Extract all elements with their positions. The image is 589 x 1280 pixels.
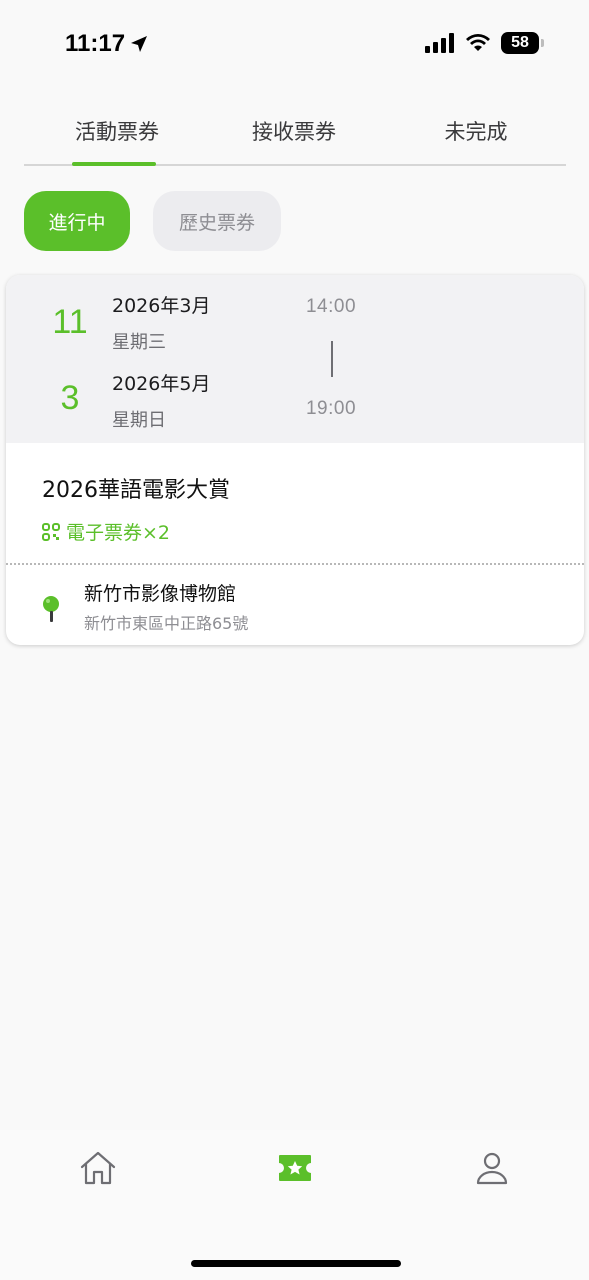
ticket-date-section: 11 2026年3月 星期三 3 2026年5月 星期日 14:00 19:00 <box>6 275 584 443</box>
wifi-icon <box>466 34 490 51</box>
end-time: 19:00 <box>305 398 357 419</box>
end-day: 3 <box>60 379 80 417</box>
end-year-month: 2026年5月 <box>112 373 211 395</box>
bottom-nav <box>0 1130 589 1280</box>
ticket-tabs: 活動票券 接收票券 未完成 <box>24 100 566 166</box>
status-bar: 11:17 58 <box>0 0 589 88</box>
ticket-divider <box>6 563 584 565</box>
clock-text: 11:17 <box>65 30 126 57</box>
signal-icon <box>425 33 454 53</box>
ticket-card[interactable]: 11 2026年3月 星期三 3 2026年5月 星期日 14:00 19:00… <box>6 275 584 645</box>
start-time: 14:00 <box>305 296 357 317</box>
user-icon <box>476 1152 508 1185</box>
status-icons: 58 <box>425 32 544 54</box>
tab-incomplete[interactable]: 未完成 <box>434 116 518 146</box>
venue-name: 新竹市影像博物館 <box>84 583 237 605</box>
home-icon <box>80 1151 116 1185</box>
end-weekday: 星期日 <box>112 410 166 431</box>
tab-received-tickets[interactable]: 接收票券 <box>249 116 339 146</box>
ticket-star-icon <box>279 1155 311 1181</box>
start-year-month: 2026年3月 <box>112 295 211 317</box>
venue-address: 新竹市東區中正路65號 <box>84 614 249 633</box>
battery-level: 58 <box>511 34 529 51</box>
nav-home-button[interactable] <box>78 1148 118 1188</box>
filter-history-button[interactable]: 歷史票券 <box>153 191 281 251</box>
filter-ongoing-button[interactable]: 進行中 <box>24 191 130 251</box>
time-range-divider <box>331 341 333 377</box>
start-day: 11 <box>52 303 88 341</box>
status-time: 11:17 <box>65 30 149 58</box>
event-title: 2026華語電影大賞 <box>42 478 230 503</box>
location-arrow-icon <box>131 36 148 52</box>
nav-profile-button[interactable] <box>472 1148 512 1188</box>
eticket-link[interactable]: 電子票券×2 <box>42 518 170 545</box>
nav-tickets-button[interactable] <box>275 1148 315 1188</box>
home-indicator[interactable] <box>191 1260 401 1267</box>
qr-code-icon <box>42 522 60 541</box>
eticket-label: 電子票券×2 <box>66 522 171 544</box>
tab-active-tickets[interactable]: 活動票券 <box>72 116 162 146</box>
start-weekday: 星期三 <box>112 332 166 353</box>
battery-indicator: 58 <box>501 32 544 54</box>
tab-active-indicator <box>72 162 156 166</box>
map-pin-icon <box>43 596 59 622</box>
